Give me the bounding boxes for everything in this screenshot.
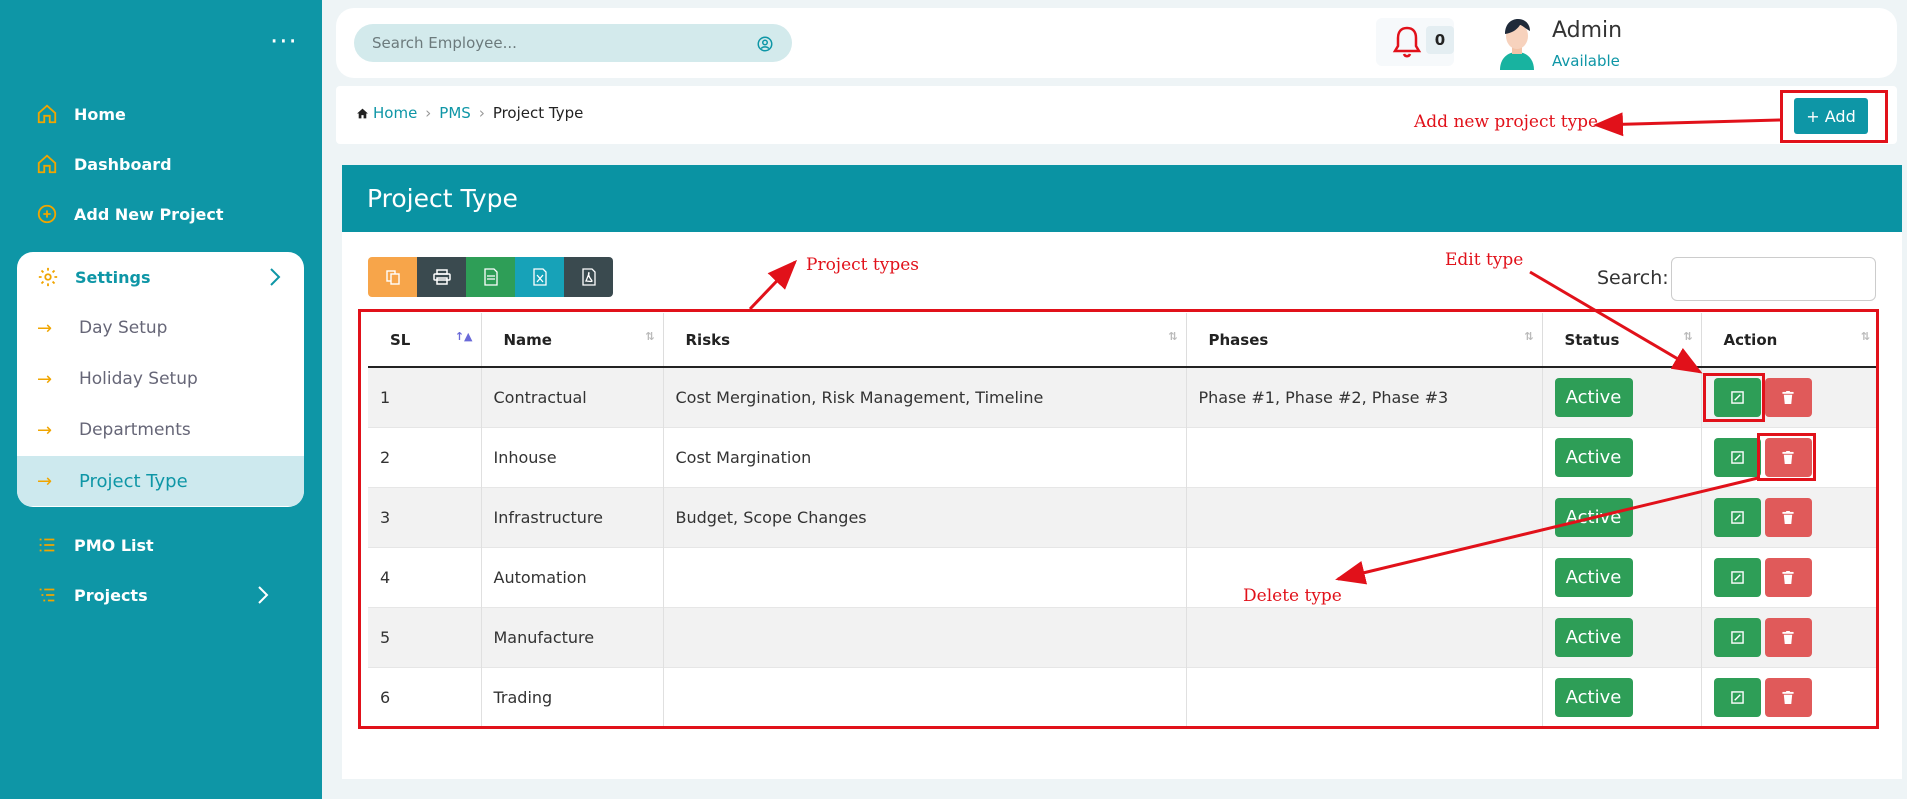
copy-button[interactable] bbox=[368, 257, 417, 297]
sidebar-item-label: Settings bbox=[75, 267, 151, 287]
excel-icon bbox=[532, 268, 547, 286]
pdf-button[interactable] bbox=[564, 257, 613, 297]
sidebar-item-day-setup[interactable]: → Day Setup bbox=[17, 303, 304, 353]
notification-count: 0 bbox=[1426, 26, 1454, 54]
pdf-icon bbox=[581, 268, 596, 286]
copy-icon bbox=[385, 270, 400, 285]
search-input[interactable]: Search Employee... bbox=[354, 24, 792, 62]
print-icon bbox=[432, 269, 451, 285]
csv-button[interactable] bbox=[466, 257, 515, 297]
excel-button[interactable] bbox=[515, 257, 564, 297]
annotation-types-text: Project types bbox=[806, 255, 919, 275]
avatar[interactable] bbox=[1492, 14, 1542, 70]
sidebar-item-label: Holiday Setup bbox=[79, 369, 198, 389]
user-search-icon[interactable] bbox=[756, 35, 774, 53]
breadcrumb-separator: › bbox=[478, 104, 485, 122]
gear-icon bbox=[38, 267, 58, 287]
bell-icon[interactable] bbox=[1392, 24, 1422, 60]
ellipsis-icon[interactable]: ··· bbox=[270, 29, 298, 55]
list-icon bbox=[39, 538, 55, 552]
annotation-box-delete bbox=[1757, 433, 1816, 481]
plus-circle-icon bbox=[37, 204, 57, 224]
sidebar-item-label: Home bbox=[74, 104, 126, 124]
sidebar: ··· Home Dashboard Add New Project Setti… bbox=[0, 0, 322, 799]
sidebar-item-projects[interactable]: Projects bbox=[36, 577, 286, 613]
annotation-box-add bbox=[1780, 90, 1888, 143]
breadcrumb-current: Project Type bbox=[492, 104, 584, 122]
sidebar-item-project-type[interactable]: → Project Type bbox=[17, 456, 304, 506]
annotation-box-edit bbox=[1703, 373, 1765, 422]
top-bar: Search Employee... 0 Admin Available bbox=[336, 8, 1897, 78]
table-search-input[interactable] bbox=[1671, 257, 1876, 301]
home-icon bbox=[37, 154, 57, 174]
sidebar-item-holiday-setup[interactable]: → Holiday Setup bbox=[17, 354, 304, 404]
user-status: Available bbox=[1552, 52, 1620, 70]
breadcrumb-home[interactable]: Home bbox=[373, 104, 417, 122]
print-button[interactable] bbox=[417, 257, 466, 297]
notifications[interactable]: 0 bbox=[1376, 18, 1454, 66]
table-search-label: Search: bbox=[1597, 267, 1669, 289]
sidebar-item-label: Add New Project bbox=[74, 204, 224, 224]
sidebar-item-label: Day Setup bbox=[79, 318, 168, 338]
export-toolbar bbox=[368, 257, 613, 297]
csv-icon bbox=[483, 268, 498, 286]
sidebar-item-label: Project Type bbox=[79, 470, 188, 492]
search-placeholder: Search Employee... bbox=[372, 34, 517, 52]
settings-submenu: Settings → Day Setup → Holiday Setup → D… bbox=[17, 252, 304, 507]
sidebar-item-label: Departments bbox=[79, 420, 191, 440]
arrow-right-icon: → bbox=[37, 470, 53, 492]
arrow-right-icon: → bbox=[37, 419, 53, 441]
annotation-edit-text: Edit type bbox=[1445, 250, 1524, 270]
arrow-right-icon: → bbox=[37, 317, 53, 339]
breadcrumb-bar: Home › PMS › Project Type + Add bbox=[336, 86, 1897, 144]
arrow-right-icon: → bbox=[37, 368, 53, 390]
sidebar-item-label: Projects bbox=[74, 585, 148, 605]
annotation-box-table bbox=[358, 309, 1879, 729]
breadcrumb-pms[interactable]: PMS bbox=[439, 104, 471, 122]
user-name: Admin bbox=[1552, 18, 1623, 43]
sidebar-item-home[interactable]: Home bbox=[36, 96, 126, 132]
breadcrumb: Home › PMS › Project Type bbox=[356, 104, 583, 122]
sidebar-item-label: PMO List bbox=[74, 535, 154, 555]
sidebar-item-label: Dashboard bbox=[74, 154, 172, 174]
sidebar-item-pmo-list[interactable]: PMO List bbox=[36, 527, 154, 563]
sidebar-item-departments[interactable]: → Departments bbox=[17, 405, 304, 455]
home-icon bbox=[357, 108, 368, 118]
breadcrumb-separator: › bbox=[425, 104, 432, 122]
annotation-add-text: Add new project type bbox=[1414, 112, 1599, 132]
page-title: Project Type bbox=[342, 165, 1902, 232]
home-icon bbox=[37, 104, 57, 124]
sidebar-item-settings[interactable]: Settings bbox=[17, 252, 304, 302]
sidebar-item-dashboard[interactable]: Dashboard bbox=[36, 146, 172, 182]
annotation-delete-text: Delete type bbox=[1243, 586, 1342, 606]
chevron-right-icon bbox=[270, 268, 281, 286]
chevron-right-icon bbox=[258, 586, 269, 604]
sidebar-item-add-new-project[interactable]: Add New Project bbox=[36, 196, 224, 232]
list-icon bbox=[39, 588, 55, 602]
